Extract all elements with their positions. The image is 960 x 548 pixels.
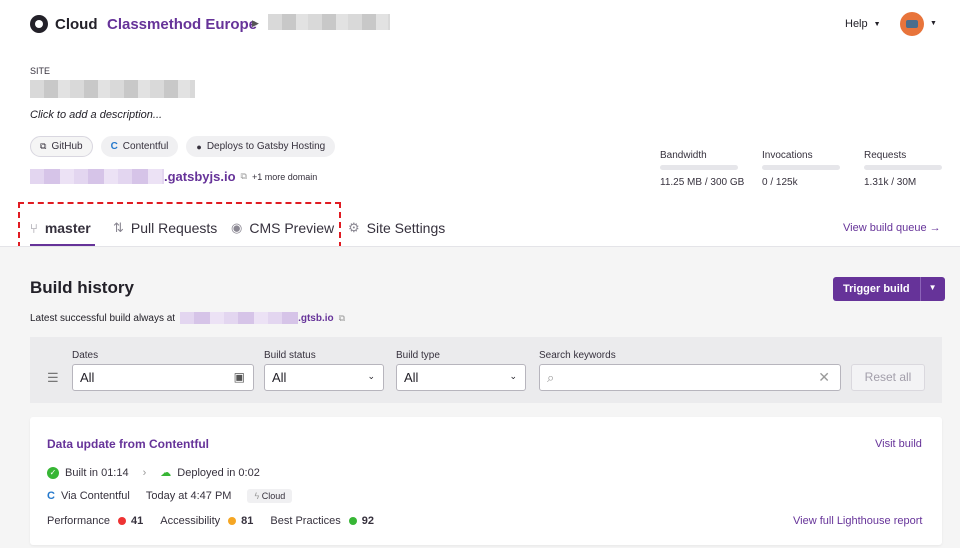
site-domain[interactable]: .gatsbyjs.io ⧉ +1 more domain xyxy=(30,169,317,184)
lighthouse-scores: Performance 41 Accessibility 81 Best Pra… xyxy=(47,515,374,527)
reset-all-button[interactable]: Reset all xyxy=(851,364,925,391)
visit-build-link[interactable]: Visit build xyxy=(875,438,922,450)
brand-name: Cloud xyxy=(55,15,98,33)
lighthouse-report-link[interactable]: View full Lighthouse report xyxy=(793,515,922,527)
bolt-icon: ϟ xyxy=(254,491,260,501)
build-status-select[interactable]: All ⌄ xyxy=(264,364,384,391)
tab-label: Site Settings xyxy=(366,220,446,236)
chevron-down-icon: ⌄ xyxy=(367,371,375,381)
calendar-icon: ▣ xyxy=(233,370,245,384)
site-name-redacted xyxy=(268,14,390,30)
contentful-icon: C xyxy=(47,490,55,502)
cloud-tag-label: Cloud xyxy=(261,491,286,501)
build-status-label: Build status xyxy=(264,350,316,361)
avatar[interactable] xyxy=(900,12,924,36)
stat-label: Invocations xyxy=(762,150,813,161)
external-link-icon: ⧉ xyxy=(240,171,247,181)
clear-icon[interactable]: ✕ xyxy=(818,369,830,386)
build-source-row: C Via Contentful Today at 4:47 PM ϟ Clou… xyxy=(47,489,293,503)
site-section-label: SITE xyxy=(30,66,51,76)
breadcrumb-chevron-icon: ▶ xyxy=(252,18,259,28)
build-type-label: Build type xyxy=(396,350,440,361)
latest-build-line: Latest successful build always at .gtsb.… xyxy=(30,312,345,324)
url-redacted xyxy=(180,312,299,324)
stat-label: Requests xyxy=(864,150,907,161)
external-link-icon: ⧉ xyxy=(40,141,47,151)
gatsby-icon: ● xyxy=(196,141,202,152)
stat-requests: Requests 1.31k / 30M xyxy=(864,150,942,188)
bp-dot xyxy=(348,517,357,525)
perf-label: Performance xyxy=(47,515,110,527)
domain-suffix: .gatsbyjs.io xyxy=(164,169,236,184)
stat-bar xyxy=(762,165,840,170)
external-link-icon: ⧉ xyxy=(338,312,346,323)
trigger-build-label: Trigger build xyxy=(843,283,910,295)
stat-bar xyxy=(864,165,942,170)
tab-site-settings[interactable]: ⚙ Site Settings xyxy=(348,220,445,236)
access-dot xyxy=(228,517,237,525)
badge-hosting-label: Deploys to Gatsby Hosting xyxy=(206,141,326,152)
org-name[interactable]: Classmethod Europe xyxy=(107,16,257,33)
build-time: Today at 4:47 PM xyxy=(145,490,232,502)
build-title[interactable]: Data update from Contentful xyxy=(47,437,209,451)
chevron-down-icon: ⌄ xyxy=(509,371,517,381)
search-keywords-input[interactable]: ⌕ ✕ xyxy=(539,364,841,391)
view-build-queue-link[interactable]: View build queue → xyxy=(843,222,941,234)
badge-github[interactable]: ⧉ GitHub xyxy=(30,136,93,157)
access-value: 81 xyxy=(241,515,254,527)
build-status-row: ✓ Built in 01:14 › ☁ Deployed in 0:02 xyxy=(47,466,260,479)
stat-bandwidth: Bandwidth 11.25 MB / 300 GB xyxy=(660,150,744,188)
filter-icon: ☰ xyxy=(47,370,59,385)
gear-icon: ⚙ xyxy=(348,220,360,235)
latest-build-suffix[interactable]: .gtsb.io xyxy=(298,313,334,324)
stat-value: 1.31k / 30M xyxy=(864,177,917,188)
brand-logo[interactable]: Cloud xyxy=(30,15,98,33)
bp-value: 92 xyxy=(361,515,374,527)
help-menu[interactable]: Help ▼ xyxy=(845,18,881,30)
badge-github-label: GitHub xyxy=(51,141,83,152)
badge-contentful[interactable]: C Contentful xyxy=(100,136,179,157)
build-type-value: All xyxy=(404,370,419,385)
dates-field[interactable]: All ▣ xyxy=(72,364,254,391)
stat-value: 11.25 MB / 300 GB xyxy=(660,177,745,188)
stat-label: Bandwidth xyxy=(660,150,707,161)
search-icon: ⌕ xyxy=(547,370,555,385)
perf-value: 41 xyxy=(130,515,144,527)
cloud-tag: ϟ Cloud xyxy=(247,489,293,503)
gatsby-logo-icon xyxy=(30,15,48,33)
build-type-select[interactable]: All ⌄ xyxy=(396,364,526,391)
domain-redacted xyxy=(30,169,164,184)
stat-bar xyxy=(660,165,738,170)
site-badges: ⧉ GitHub C Contentful ● Deploys to Gatsb… xyxy=(30,136,336,157)
stat-invocations: Invocations 0 / 125k xyxy=(762,150,840,188)
access-label: Accessibility xyxy=(160,515,221,527)
bp-label: Best Practices xyxy=(270,515,341,527)
via-text: Via Contentful xyxy=(60,490,130,502)
more-domains[interactable]: +1 more domain xyxy=(252,172,317,182)
build-status-value: All xyxy=(272,370,287,385)
reset-all-label: Reset all xyxy=(864,370,912,384)
help-label: Help xyxy=(845,18,868,30)
chevron-down-icon[interactable]: ▼ xyxy=(919,277,945,301)
latest-build-text: Latest successful build always at xyxy=(30,312,176,324)
build-history-title: Build history xyxy=(30,278,134,297)
site-description[interactable]: Click to add a description... xyxy=(30,109,162,121)
badge-contentful-label: Contentful xyxy=(122,141,169,152)
site-title-redacted xyxy=(30,80,195,98)
built-in-text: Built in 01:14 xyxy=(65,466,129,479)
contentful-icon: C xyxy=(110,141,118,152)
chevron-down-icon: ▼ xyxy=(873,20,881,28)
perf-dot xyxy=(117,517,126,525)
avatar-chevron-icon[interactable]: ▼ xyxy=(930,20,937,27)
search-keywords-label: Search keywords xyxy=(539,350,616,361)
dates-value: All xyxy=(80,370,95,385)
badge-hosting[interactable]: ● Deploys to Gatsby Hosting xyxy=(186,136,336,157)
cloud-check-icon: ☁ xyxy=(160,467,172,479)
chevron-right-icon: › xyxy=(142,466,147,479)
dates-label: Dates xyxy=(72,350,99,361)
deployed-in-text: Deployed in 0:02 xyxy=(177,466,260,479)
trigger-build-button[interactable]: Trigger build ▼ xyxy=(833,277,945,301)
stat-value: 0 / 125k xyxy=(762,177,798,188)
success-check-icon: ✓ xyxy=(47,466,59,479)
